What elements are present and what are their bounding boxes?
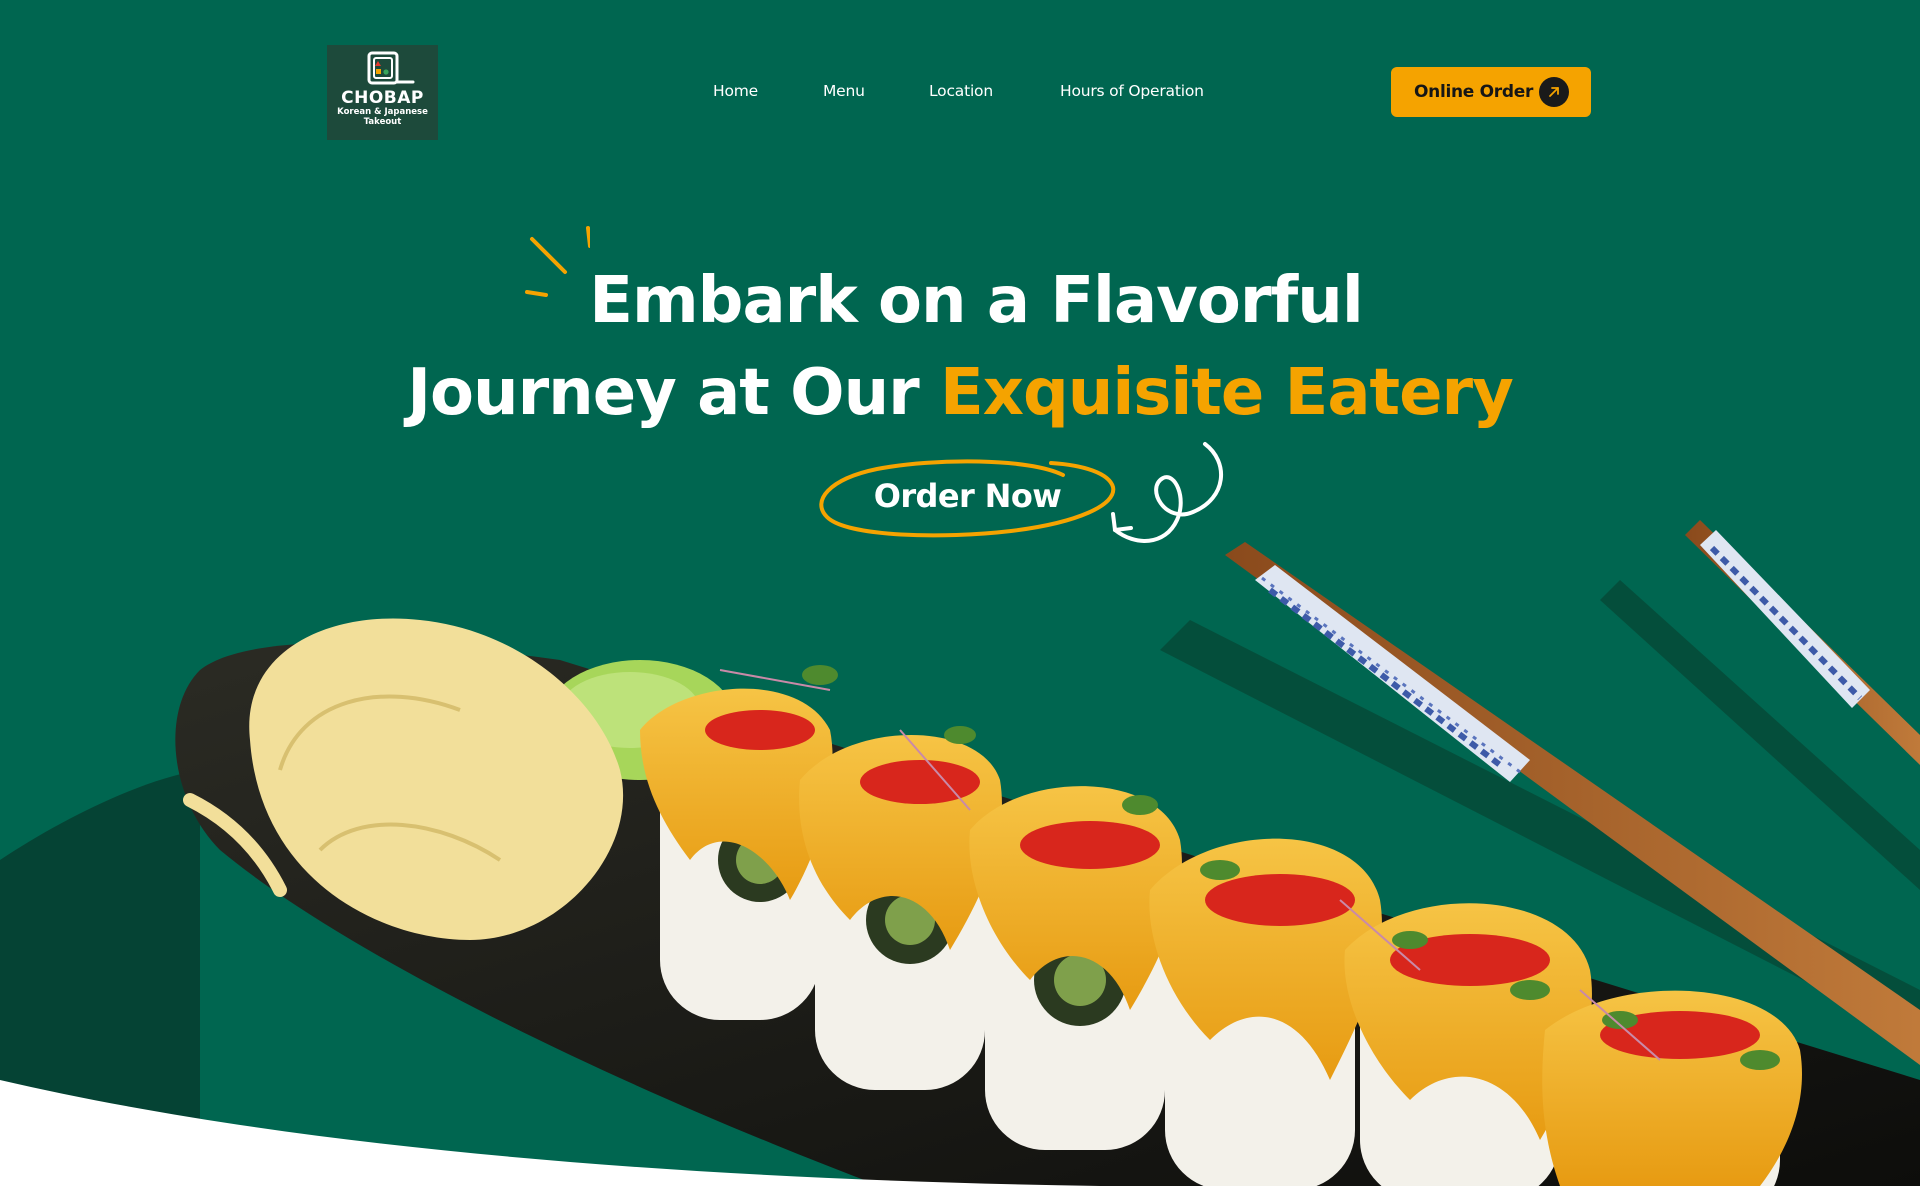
main-nav: Home Menu Location Hours of Operation [0, 82, 1920, 102]
nav-item-location[interactable]: Location [929, 82, 993, 100]
hero-headline-line-2: Journey at Our Exquisite Eatery [0, 354, 1920, 432]
nav-item-menu[interactable]: Menu [823, 82, 865, 100]
nav-item-home[interactable]: Home [713, 82, 758, 100]
hero-headline-accent: Exquisite Eatery [939, 356, 1514, 430]
brand-tagline: Korean & Japanese Takeout [337, 107, 428, 127]
online-order-label: Online Order [1414, 82, 1534, 102]
landing-page: CHOBAP Korean & Japanese Takeout Home Me… [0, 0, 1920, 1186]
hero-headline-line-1: Embark on a Flavorful [589, 264, 1364, 338]
hero-headline-white: Journey at Our [407, 356, 919, 430]
bottom-wave-divider [0, 1080, 1100, 1186]
chopstick-right [1685, 520, 1920, 765]
arrow-up-right-icon [1539, 77, 1569, 107]
order-now-label: Order Now [873, 477, 1062, 515]
online-order-button[interactable]: Online Order [1391, 67, 1591, 117]
nav-item-hours[interactable]: Hours of Operation [1060, 82, 1204, 100]
